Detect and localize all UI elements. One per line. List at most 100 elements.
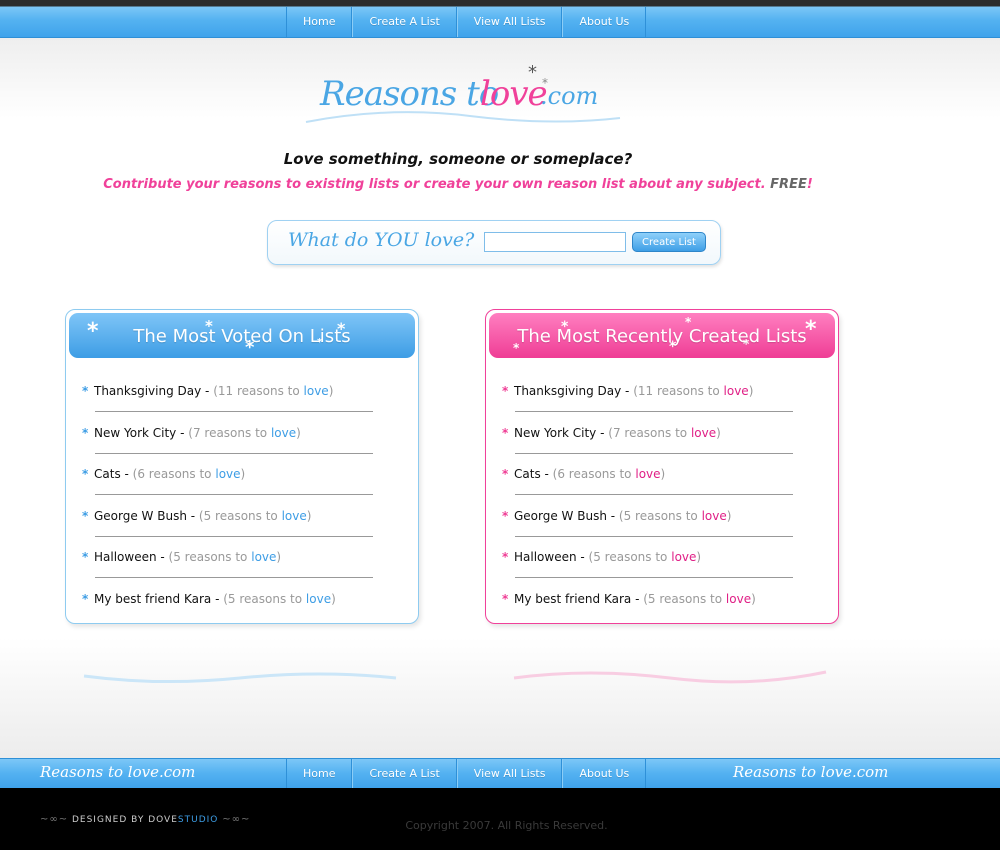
list-item[interactable]: * George W Bush - (5 reasons to love)	[82, 503, 402, 545]
list-item-love: love	[723, 384, 749, 398]
logo-star-small-icon: *	[542, 76, 548, 90]
list-item-count: 5 reasons to	[593, 550, 668, 564]
divider	[515, 577, 793, 578]
list-item[interactable]: * Cats - (6 reasons to love)	[82, 461, 402, 503]
most-recent-title: The Most Recently Created Lists	[517, 326, 807, 347]
divider	[95, 535, 373, 537]
list-item-link[interactable]: Halloween	[94, 550, 157, 564]
blue-swoosh-icon	[83, 672, 397, 684]
logo-swoosh-icon	[305, 111, 621, 123]
snowflake-bullet-icon: *	[502, 467, 509, 481]
snowflake-bullet-icon: *	[82, 425, 89, 440]
list-item[interactable]: * Halloween - (5 reasons to love)	[502, 544, 822, 586]
snowflake-bullet-icon: *	[502, 384, 509, 398]
list-item-count: 7 reasons to	[192, 425, 268, 440]
list-item-count: 11 reasons to	[217, 384, 300, 398]
most-voted-title: The Most Voted On Lists	[133, 326, 351, 347]
divider	[95, 494, 373, 495]
list-item-count: 5 reasons to	[173, 550, 248, 564]
footer-nav-view-all-lists-link[interactable]: View All Lists	[456, 759, 563, 789]
list-item-count: 5 reasons to	[227, 591, 303, 606]
footer-nav-about-us-link[interactable]: About Us	[562, 759, 647, 789]
logo-text-com: .com	[540, 82, 599, 110]
divider	[515, 494, 793, 495]
logo-star-icon: *	[528, 62, 537, 83]
love-subject-input[interactable]	[484, 232, 626, 252]
list-item-link[interactable]: My best friend Kara	[514, 592, 631, 606]
list-item-link[interactable]: Thanksgiving Day	[514, 384, 621, 398]
snowflake-bullet-icon: *	[502, 508, 509, 523]
divider	[515, 452, 793, 454]
page-headline: Love something, someone or someplace?	[283, 150, 633, 168]
list-item-link[interactable]: New York City	[94, 426, 176, 440]
bottom-nav: Home Create A List View All Lists About …	[286, 759, 647, 789]
divider	[515, 535, 793, 537]
pink-swoosh-icon	[513, 670, 827, 684]
divider	[95, 411, 373, 412]
list-item-count: 5 reasons to	[623, 508, 698, 523]
list-item-link[interactable]: Cats	[514, 467, 541, 481]
snowflake-bullet-icon: *	[82, 550, 89, 564]
most-voted-list: * Thanksgiving Day - (11 reasons to love…	[82, 378, 402, 627]
snowflake-bullet-icon: *	[502, 550, 509, 564]
footer-nav-create-list-link[interactable]: Create A List	[352, 759, 457, 789]
divider	[95, 452, 373, 454]
list-item-love: love	[725, 591, 752, 606]
search-prompt: What do YOU love?	[288, 229, 475, 251]
list-item[interactable]: * My best friend Kara - (5 reasons to lo…	[82, 586, 402, 628]
list-item-love: love	[303, 384, 329, 398]
list-item-love: love	[305, 591, 332, 606]
list-item[interactable]: * Thanksgiving Day - (11 reasons to love…	[502, 378, 822, 420]
list-item[interactable]: * Halloween - (5 reasons to love)	[82, 544, 402, 586]
footer-brand-right: Reasons to love.com	[733, 763, 889, 781]
most-voted-panel: * * * * * The Most Voted On Lists * Than…	[65, 309, 419, 624]
list-item[interactable]: * Cats - (6 reasons to love)	[502, 461, 822, 503]
footer-nav-home-link[interactable]: Home	[286, 759, 353, 789]
nav-view-all-lists-link[interactable]: View All Lists	[456, 7, 563, 37]
footer-brand-left: Reasons to love.com	[40, 763, 196, 781]
list-item-link[interactable]: Halloween	[514, 550, 577, 564]
list-item-love: love	[281, 508, 307, 523]
create-list-form: What do YOU love? Create List	[267, 220, 721, 265]
top-nav: Home Create A List View All Lists About …	[286, 7, 647, 37]
divider	[515, 411, 793, 412]
list-item-link[interactable]: My best friend Kara	[94, 592, 211, 606]
site-footer: ~∞~ DESIGNED BY DOVESTUDIO ~∞~ Copyright…	[0, 788, 1000, 850]
divider	[95, 577, 373, 578]
list-item[interactable]: * George W Bush - (5 reasons to love)	[502, 503, 822, 545]
list-item[interactable]: * New York City - (7 reasons to love)	[502, 420, 822, 462]
copyright-text: Copyright 2007. All Rights Reserved.	[405, 819, 608, 832]
nav-about-us-link[interactable]: About Us	[562, 7, 647, 37]
list-item-love: love	[701, 508, 727, 523]
most-voted-header: * * * * * The Most Voted On Lists	[69, 313, 415, 358]
site-logo[interactable]: Reasons to love .com * *	[300, 62, 630, 132]
list-item-link[interactable]: Thanksgiving Day	[94, 384, 201, 398]
snowflake-bullet-icon: *	[82, 467, 89, 481]
list-item-link[interactable]: George W Bush	[94, 509, 187, 523]
list-item[interactable]: * Thanksgiving Day - (11 reasons to love…	[82, 378, 402, 420]
subline-text: Contribute your reasons to existing list…	[103, 177, 766, 192]
free-label: FREE	[770, 177, 807, 192]
snowflake-bullet-icon: *	[82, 384, 89, 398]
list-item-love: love	[270, 425, 297, 440]
list-item-link[interactable]: Cats	[94, 467, 121, 481]
list-item[interactable]: * My best friend Kara - (5 reasons to lo…	[502, 586, 822, 628]
list-item-count: 6 reasons to	[137, 467, 212, 481]
snowflake-bullet-icon: *	[502, 591, 509, 606]
create-list-button[interactable]: Create List	[632, 232, 706, 252]
list-item-love: love	[635, 467, 661, 481]
list-item-love: love	[215, 467, 241, 481]
subline-bang: !	[806, 177, 813, 192]
nav-create-list-link[interactable]: Create A List	[352, 7, 457, 37]
list-item-love: love	[671, 550, 697, 564]
most-recent-header: * * * * * * The Most Recently Created Li…	[489, 313, 835, 358]
snowflake-bullet-icon: *	[502, 425, 509, 440]
list-item-count: 5 reasons to	[647, 591, 723, 606]
list-item-link[interactable]: George W Bush	[514, 509, 607, 523]
nav-home-link[interactable]: Home	[286, 7, 353, 37]
snowflake-bullet-icon: *	[82, 508, 89, 523]
list-item[interactable]: * New York City - (7 reasons to love)	[82, 420, 402, 462]
most-recent-list: * Thanksgiving Day - (11 reasons to love…	[502, 378, 822, 627]
list-item-count: 5 reasons to	[203, 508, 278, 523]
list-item-link[interactable]: New York City	[514, 426, 596, 440]
